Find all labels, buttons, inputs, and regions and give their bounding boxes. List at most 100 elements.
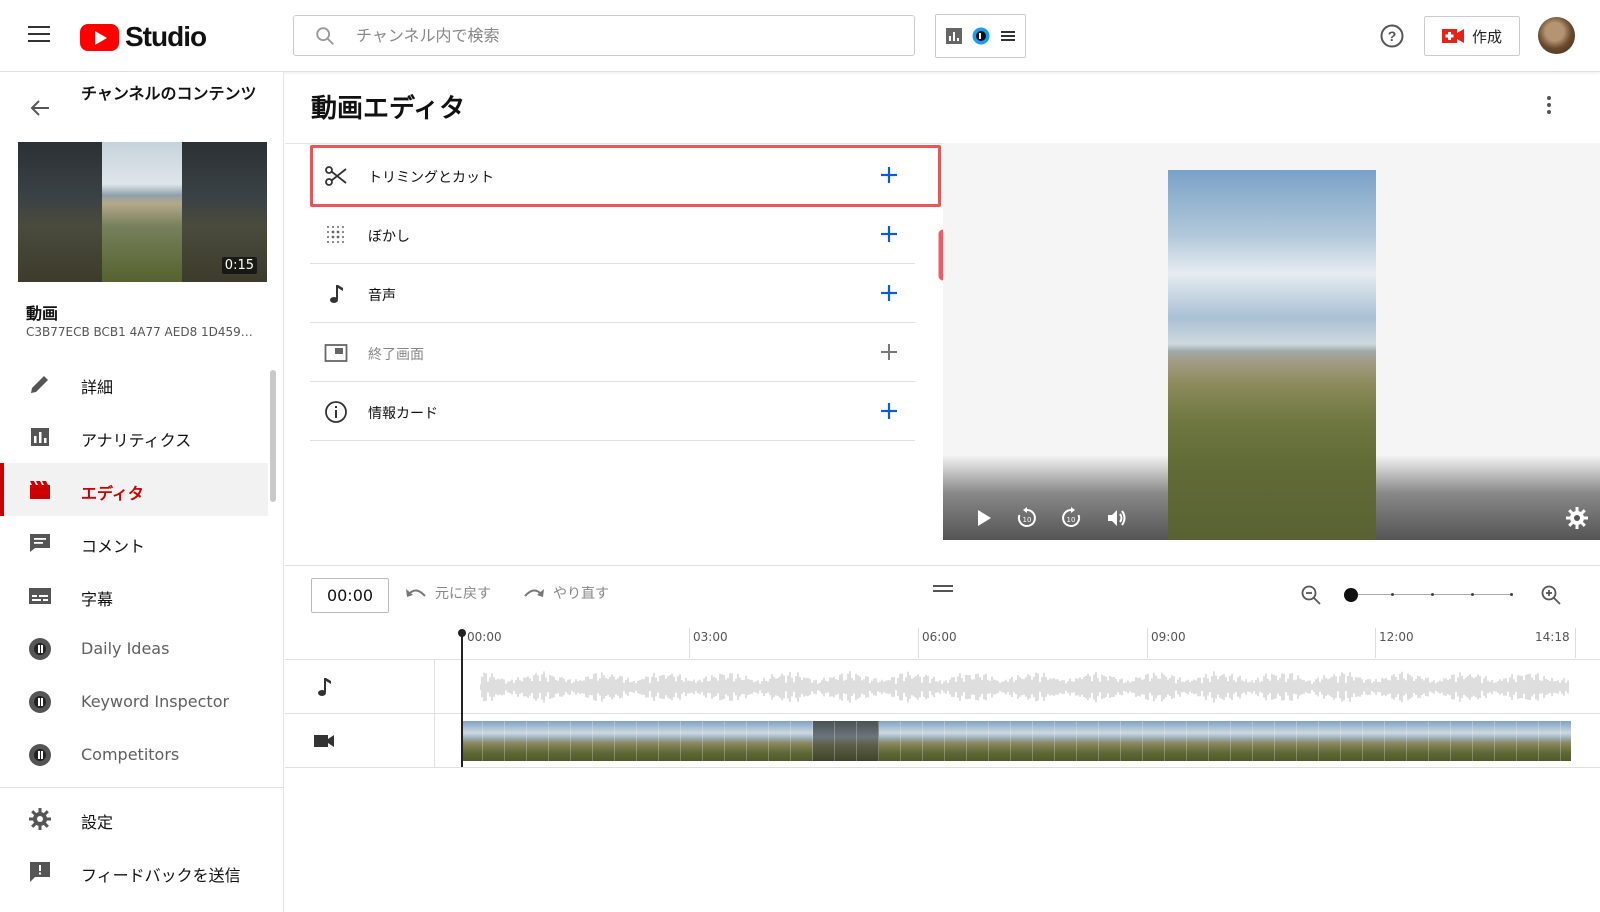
thumbnail-duration: 0:15 <box>221 257 257 274</box>
add-blur-icon[interactable] <box>878 223 900 245</box>
zoom-in-icon[interactable] <box>1539 583 1563 607</box>
filmstrip-frame <box>923 721 945 761</box>
vidiq-icon <box>29 744 51 766</box>
forward-10-icon[interactable]: 10 <box>1059 506 1083 530</box>
tick-label: 09:00 <box>1151 630 1186 644</box>
channel-content-title[interactable]: チャンネルのコンテンツ <box>81 84 261 104</box>
help-icon[interactable]: ? <box>1380 24 1404 48</box>
zoom-slider-knob[interactable] <box>1344 588 1358 602</box>
subtitles-icon <box>29 588 51 604</box>
editor-header: 動画エディタ <box>285 72 1600 144</box>
sidebar-item-subtitles[interactable]: 字幕 <box>0 569 268 622</box>
sidebar-scrollbar[interactable] <box>270 370 276 502</box>
zoom-step-dot <box>1471 593 1474 596</box>
filmstrip-frame <box>1055 721 1077 761</box>
timeline-divider <box>285 565 1600 566</box>
player-settings-gear-icon[interactable] <box>1565 506 1589 530</box>
sidebar-item-label: Keyword Inspector <box>81 692 230 711</box>
sidebar-nav: 詳細 アナリティクス エディタ コメント 字幕 Daily Ideas Keyw… <box>0 357 268 781</box>
zoom-step-dot <box>1431 593 1434 596</box>
thumbnail-frame-left <box>18 142 102 282</box>
zoom-step-dot <box>1391 593 1394 596</box>
sidebar-bottom-nav: 設定 フィードバックを送信 <box>0 792 268 898</box>
sidebar-item-label: Daily Ideas <box>81 639 170 658</box>
tool-audio[interactable]: 音声 <box>310 264 915 323</box>
timeline-resize-handle[interactable] <box>933 585 953 593</box>
analytics-icon <box>31 428 49 446</box>
search-input[interactable] <box>356 26 896 45</box>
filmstrip-frame <box>681 721 703 761</box>
svg-text:10: 10 <box>1067 516 1076 524</box>
sidebar-item-analytics[interactable]: アナリティクス <box>0 410 268 463</box>
add-end-screen-icon[interactable] <box>878 341 900 363</box>
filmstrip-frame <box>901 721 923 761</box>
filmstrip-frame <box>1143 721 1165 761</box>
filmstrip-frame <box>1099 721 1121 761</box>
tool-end-screen[interactable]: 終了画面 <box>310 323 915 382</box>
filmstrip-frame <box>1209 721 1231 761</box>
filmstrip-frame <box>1495 721 1517 761</box>
list-menu-icon[interactable] <box>999 27 1017 45</box>
volume-icon[interactable] <box>1105 506 1129 530</box>
sidebar-item-keyword-inspector[interactable]: Keyword Inspector <box>0 675 268 728</box>
sidebar-item-editor[interactable]: エディタ <box>0 463 268 516</box>
add-info-card-icon[interactable] <box>878 400 900 422</box>
undo-icon <box>406 589 426 597</box>
filmstrip-frame <box>593 721 615 761</box>
hamburger-menu-icon[interactable] <box>28 26 50 44</box>
tool-blur[interactable]: ぼかし <box>310 205 915 264</box>
add-audio-icon[interactable] <box>878 282 900 304</box>
top-bar: Studio ? 作成 <box>0 0 1600 72</box>
video-filmstrip <box>461 721 1571 761</box>
play-icon[interactable] <box>971 506 995 530</box>
sidebar-divider <box>0 787 284 788</box>
zoom-step-dot <box>1510 593 1513 596</box>
timeline-ruler[interactable]: 00:00 03:00 06:00 09:00 12:00 14:18 <box>285 620 1600 660</box>
sidebar-item-label: コメント <box>81 537 146 556</box>
back-arrow-icon[interactable] <box>28 96 52 120</box>
zoom-out-icon[interactable] <box>1299 583 1323 607</box>
player-controls: 10 10 <box>943 500 1600 536</box>
comment-icon <box>30 534 50 552</box>
video-preview[interactable] <box>1168 170 1376 540</box>
search-icon <box>316 26 334 45</box>
filmstrip-frame <box>1011 721 1033 761</box>
filmstrip-frame <box>571 721 593 761</box>
video-track[interactable] <box>285 714 1600 768</box>
tool-info-cards[interactable]: 情報カード <box>310 382 915 441</box>
tool-label: ぼかし <box>368 229 410 245</box>
video-thumbnail[interactable]: 0:15 <box>18 142 267 282</box>
rewind-10-icon[interactable]: 10 <box>1015 506 1039 530</box>
vidiq-extension-icon[interactable] <box>972 27 990 45</box>
timeline-playhead[interactable] <box>458 629 466 767</box>
filmstrip-frame <box>747 721 769 761</box>
filmstrip-frame <box>967 721 989 761</box>
create-button[interactable]: 作成 <box>1424 16 1520 56</box>
redo-button[interactable]: やり直す <box>523 583 609 603</box>
current-time-field[interactable]: 00:00 <box>311 578 389 613</box>
sidebar-item-competitors[interactable]: Competitors <box>0 728 268 781</box>
more-options-icon[interactable] <box>1547 96 1553 116</box>
filmstrip-frame <box>1297 721 1319 761</box>
audio-track[interactable] <box>285 660 1600 714</box>
analytics-extension-icon[interactable] <box>945 27 963 45</box>
sidebar-item-daily-ideas[interactable]: Daily Ideas <box>0 622 268 675</box>
sidebar-item-label: 詳細 <box>81 378 114 397</box>
studio-logo[interactable]: Studio <box>80 21 207 53</box>
sidebar-item-label: Competitors <box>81 745 180 764</box>
zoom-slider-track[interactable] <box>1346 594 1513 595</box>
audio-waveform <box>480 671 1569 703</box>
filmstrip-frame <box>549 721 571 761</box>
blur-icon <box>327 226 344 243</box>
sidebar-item-comments[interactable]: コメント <box>0 516 268 569</box>
sidebar-item-details[interactable]: 詳細 <box>0 357 268 410</box>
sidebar-item-settings[interactable]: 設定 <box>0 792 268 845</box>
avatar[interactable] <box>1538 17 1575 54</box>
undo-button[interactable]: 元に戻す <box>405 583 491 603</box>
filmstrip-frame <box>1407 721 1429 761</box>
search-bar[interactable] <box>293 15 915 56</box>
tick-label: 12:00 <box>1379 630 1414 644</box>
filmstrip-frame <box>989 721 1011 761</box>
vidiq-icon <box>29 638 51 660</box>
sidebar-item-feedback[interactable]: フィードバックを送信 <box>0 845 268 898</box>
